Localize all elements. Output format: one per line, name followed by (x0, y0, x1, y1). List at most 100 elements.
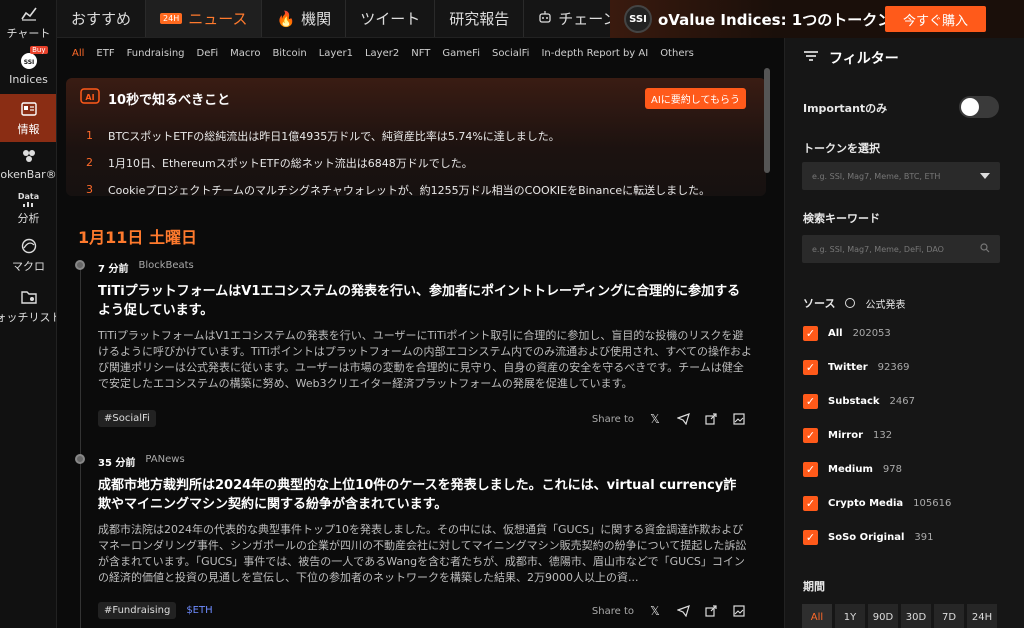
important-toggle[interactable] (959, 96, 999, 118)
data-icon: Data (18, 192, 39, 207)
category-defi[interactable]: DeFi (197, 48, 219, 59)
tab-tweets[interactable]: ツイート (346, 0, 436, 37)
period-selector: All 1Y 90D 30D 7D 24H (802, 604, 997, 628)
token-placeholder: e.g. SSI, Mag7, Meme, BTC, ETH (812, 171, 941, 181)
period-90d[interactable]: 90D (868, 604, 898, 628)
news-source[interactable]: BlockBeats (138, 260, 193, 275)
sidebar-item-news[interactable]: 情報 (0, 94, 56, 142)
left-sidebar: チャート SSI Buy Indices 情報 okenBar® Data 分析… (0, 0, 57, 628)
banner-text: oValue Indices: 1つのトークン (658, 10, 893, 29)
timeline-dot (75, 454, 85, 464)
check-icon: ✓ (803, 360, 818, 375)
category-macro[interactable]: Macro (230, 48, 260, 59)
source-header: ソース 公式発表 (803, 295, 905, 311)
sidebar-item-indices[interactable]: SSI Buy Indices (0, 44, 56, 94)
ai-summarize-button[interactable]: AIに要約してもらう (645, 88, 746, 109)
news-time: 7 分前 (98, 264, 129, 275)
source-checkbox-soso-original[interactable]: ✓ SoSo Original 391 (803, 530, 933, 545)
tab-label: ニュース (188, 10, 248, 28)
news-item[interactable]: 7 分前 BlockBeats TiTiプラットフォームはV1エコシステムの発表… (66, 260, 766, 438)
promo-banner[interactable]: SSI oValue Indices: 1つのトークン 今すぐ購入 (610, 0, 1024, 38)
share-label: Share to (591, 413, 634, 425)
tab-news[interactable]: 24H ニュース (146, 0, 263, 37)
source-checkbox-medium[interactable]: ✓ Medium 978 (803, 462, 902, 477)
news-source[interactable]: PANews (145, 454, 184, 469)
share-icon[interactable] (704, 412, 718, 426)
svg-text:SSI: SSI (23, 59, 34, 66)
check-icon: ✓ (803, 530, 818, 545)
date-heading: 1月11日 土曜日 (78, 228, 197, 247)
filter-panel: フィルター Importantのみ トークンを選択 e.g. SSI, Mag7… (784, 38, 1024, 628)
period-24h[interactable]: 24H (967, 604, 997, 628)
sidebar-item-chart[interactable]: チャート (0, 0, 56, 44)
sidebar-item-label: Indices (9, 73, 48, 86)
category-nft[interactable]: NFT (411, 48, 430, 59)
summary-points: 1 BTCスポットETFの総純流出は昨日1億4935万ドルで、純資産比率は5.74… (86, 122, 710, 203)
token-select[interactable]: e.g. SSI, Mag7, Meme, BTC, ETH (802, 162, 1000, 190)
tag[interactable]: #Fundraising (98, 602, 177, 619)
share-icon[interactable] (704, 604, 718, 618)
news-title[interactable]: TiTiプラットフォームはV1エコシステムの発表を行い、参加者にポイントトレーデ… (98, 282, 748, 320)
category-fundraising[interactable]: Fundraising (127, 48, 185, 59)
sidebar-item-macro[interactable]: マクロ (0, 232, 56, 278)
feed-scrollbar[interactable] (764, 68, 770, 173)
toggle-knob (961, 98, 979, 116)
category-bitcoin[interactable]: Bitcoin (272, 48, 306, 59)
robot-icon (538, 10, 552, 28)
category-gamefi[interactable]: GameFi (442, 48, 480, 59)
sidebar-item-label: マクロ (12, 259, 45, 273)
telegram-icon[interactable] (676, 604, 690, 618)
summary-point[interactable]: 1 BTCスポットETFの総純流出は昨日1億4935万ドルで、純資産比率は5.74… (86, 122, 710, 149)
summary-point[interactable]: 2 1月10日、EthereumスポットETFの総ネット流出は6848万ドルでした… (86, 149, 710, 176)
keyword-search-input[interactable]: e.g. SSI, Mag7, Meme, DeFi, DAO (802, 235, 1000, 263)
category-layer1[interactable]: Layer1 (319, 48, 353, 59)
share-bar: Share to 𝕏 (592, 604, 746, 618)
source-checkbox-twitter[interactable]: ✓ Twitter 92369 (803, 360, 909, 375)
tab-label: 研究報告 (449, 10, 510, 28)
sidebar-item-label: 分析 (17, 212, 40, 225)
x-icon[interactable]: 𝕏 (648, 412, 662, 426)
source-checkbox-all[interactable]: ✓ All 202053 (803, 326, 891, 341)
summary-point[interactable]: 3 Cookieプロジェクトチームのマルチシグネチャウォレットが、約1255万ドル… (86, 176, 710, 203)
official-radio[interactable] (845, 298, 856, 308)
x-icon[interactable]: 𝕏 (648, 604, 662, 618)
source-checkbox-crypto-media[interactable]: ✓ Crypto Media 105616 (803, 496, 951, 511)
keyword-placeholder: e.g. SSI, Mag7, Meme, DeFi, DAO (812, 244, 944, 254)
fire-icon: 🔥 (276, 9, 296, 28)
symbol-tag[interactable]: $ETH (184, 602, 214, 619)
tab-label: おすすめ (71, 10, 132, 28)
source-checkbox-substack[interactable]: ✓ Substack 2467 (803, 394, 915, 409)
sidebar-item-analysis[interactable]: Data 分析 (0, 186, 56, 232)
sidebar-item-tokenbar[interactable]: okenBar® (0, 142, 56, 186)
news-item[interactable]: 35 分前 PANews 成都市地方裁判所は2024年の典型的な上位10件のケー… (66, 454, 766, 628)
news-title[interactable]: 成都市地方裁判所は2024年の典型的な上位10件のケースを発表しました。これには… (98, 476, 748, 514)
check-icon: ✓ (803, 428, 818, 443)
keyword-label: 検索キーワード (803, 212, 880, 225)
category-all[interactable]: All (72, 48, 84, 59)
period-30d[interactable]: 30D (901, 604, 931, 628)
image-icon[interactable] (732, 412, 746, 426)
tag[interactable]: #SocialFi (98, 410, 156, 427)
tab-research[interactable]: 研究報告 (435, 0, 525, 37)
macro-icon (20, 237, 38, 255)
buy-now-button[interactable]: 今すぐ購入 (884, 6, 986, 32)
telegram-icon[interactable] (676, 412, 690, 426)
period-1y[interactable]: 1Y (835, 604, 865, 628)
period-all[interactable]: All (802, 604, 832, 628)
image-icon[interactable] (732, 604, 746, 618)
category-layer2[interactable]: Layer2 (365, 48, 399, 59)
category-etf[interactable]: ETF (96, 48, 114, 59)
tab-recommended[interactable]: おすすめ (57, 0, 147, 37)
sidebar-item-watchlist[interactable]: ォッチリスト (0, 278, 56, 334)
category-socialfi[interactable]: SocialFi (492, 48, 529, 59)
tab-institutions[interactable]: 🔥 機関 (262, 0, 347, 37)
period-label: 期間 (803, 580, 825, 593)
category-others[interactable]: Others (660, 48, 694, 59)
check-icon: ✓ (803, 394, 818, 409)
token-label: トークンを選択 (803, 142, 880, 155)
category-ai-report[interactable]: In-depth Report by AI (541, 48, 648, 59)
source-checkbox-mirror[interactable]: ✓ Mirror 132 (803, 428, 892, 443)
news-tags: #SocialFi (98, 410, 156, 427)
period-7d[interactable]: 7D (934, 604, 964, 628)
sidebar-item-label: 情報 (17, 122, 40, 136)
